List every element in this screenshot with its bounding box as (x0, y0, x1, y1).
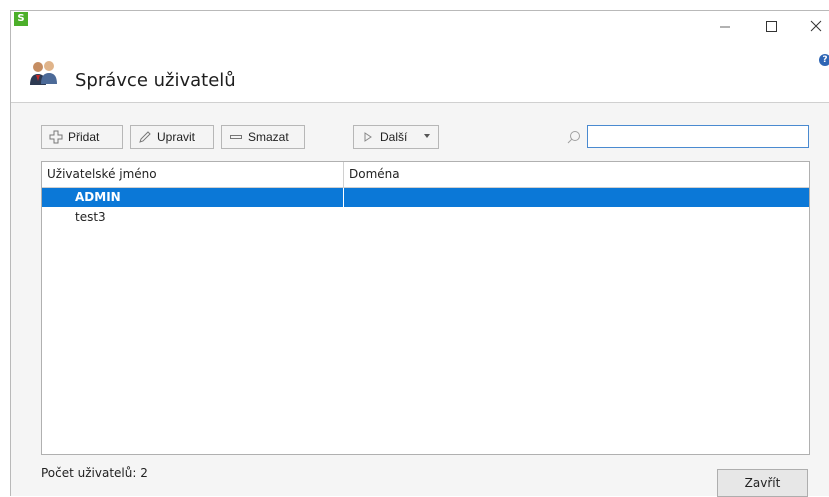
cell-domain (344, 188, 809, 207)
plus-icon (49, 130, 63, 144)
cell-username: test3 (75, 210, 106, 224)
maximize-icon (766, 21, 777, 32)
more-button[interactable]: Další (353, 125, 439, 149)
close-icon (810, 20, 822, 32)
user-count-label: Počet uživatelů: 2 (41, 466, 148, 480)
add-button[interactable]: Přidat (41, 125, 123, 149)
table-row[interactable]: test3 (42, 208, 809, 227)
close-button[interactable]: Zavřít (717, 469, 808, 497)
app-icon: S (14, 12, 28, 26)
edit-button-label: Upravit (157, 130, 196, 144)
minimize-icon (720, 26, 730, 28)
main-panel: Přidat Upravit Smazat Další Uživatelské … (11, 103, 829, 497)
users-icon (30, 61, 57, 85)
play-icon (364, 132, 372, 142)
close-window-button[interactable] (796, 11, 829, 41)
table-header: Uživatelské jméno Doména (42, 162, 809, 188)
pencil-icon (139, 131, 151, 143)
edit-button[interactable]: Upravit (130, 125, 214, 149)
column-header-username[interactable]: Uživatelské jméno (42, 162, 344, 187)
cell-username: ADMIN (42, 188, 344, 207)
dropdown-arrow-icon (424, 134, 430, 138)
minus-icon (230, 135, 242, 139)
search-input[interactable] (587, 125, 809, 148)
add-button-label: Přidat (68, 130, 100, 144)
table-row[interactable]: ADMIN (42, 188, 809, 207)
cell-domain (344, 208, 809, 227)
more-button-label: Další (380, 130, 408, 144)
delete-button-label: Smazat (248, 130, 289, 144)
users-table: Uživatelské jméno Doména ADMIN test3 (41, 161, 810, 455)
maximize-button[interactable] (751, 11, 791, 41)
search-icon (567, 131, 580, 144)
page-title: Správce uživatelů (75, 70, 236, 91)
minimize-button[interactable] (705, 11, 745, 41)
help-icon[interactable]: ? (819, 54, 829, 66)
delete-button[interactable]: Smazat (221, 125, 305, 149)
user-manager-window: S ? Správce uživatelů Přidat Upravit Sma… (10, 10, 829, 497)
column-header-domain[interactable]: Doména (344, 162, 809, 187)
